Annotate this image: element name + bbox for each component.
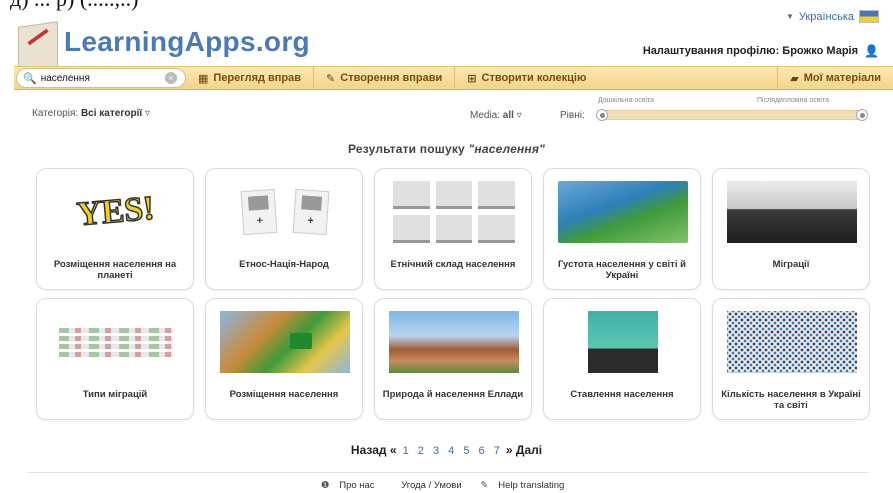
search-icon: 🔍 — [23, 72, 37, 85]
nav-collection-label: Створити колекцію — [481, 72, 587, 84]
app-card-title: Розміщення населення — [229, 389, 339, 400]
app-card[interactable]: + + Етнос-Нація-Народ — [205, 168, 363, 290]
app-card[interactable]: Природа й населення Еллади — [374, 298, 532, 420]
level-max-handle[interactable] — [856, 109, 868, 121]
media-label: Media: — [470, 110, 501, 121]
app-card-title: Кількість населення в Україні та світі — [721, 389, 861, 411]
app-thumbnail — [389, 311, 519, 373]
nav-create-collection[interactable]: ⊞ Створити колекцію — [454, 67, 598, 89]
page-link[interactable]: 5 — [463, 445, 469, 457]
app-thumbnail: YES! — [51, 181, 181, 243]
level-label: Рівні: — [560, 110, 585, 121]
app-thumbnail — [727, 311, 857, 373]
main-navbar: 🔍 × ▦ Перегляд вправ ✎ Створення вправи … — [14, 66, 893, 90]
level-min-label: Дошкільна освіта — [598, 97, 655, 104]
results-heading: Результати пошуку "населення" — [0, 142, 893, 156]
app-thumbnail — [51, 311, 181, 373]
user-icon: 👤 — [864, 44, 879, 58]
profile-label: Налаштування профілю: Брожко Марія — [642, 45, 859, 57]
chevron-down-icon: ▿ — [516, 110, 522, 121]
app-card[interactable]: Розміщення населення — [205, 298, 363, 420]
app-thumbnail — [558, 181, 688, 243]
prev-page-link[interactable]: Назад « — [351, 443, 397, 457]
flag-ukraine-icon — [859, 10, 879, 23]
grid-icon: ▦ — [198, 72, 209, 85]
info-icon: ❶ — [320, 480, 330, 491]
language-label: Українська — [798, 10, 854, 23]
nav-materials-label: Мої матеріали — [803, 72, 881, 84]
footer: ❶ Про нас Угода / Умови ✎ Help translating — [0, 480, 893, 491]
translate-icon: ✎ — [480, 480, 489, 491]
yes-image-text: YES! — [75, 189, 157, 234]
app-card-title: Густота населення у світі й Україні — [558, 259, 686, 281]
page-link[interactable]: 7 — [494, 445, 500, 457]
footer-terms-link[interactable]: Угода / Умови — [401, 480, 461, 491]
app-thumbnail — [389, 181, 519, 243]
app-card[interactable]: Міграції — [712, 168, 870, 290]
footer-divider — [28, 472, 868, 473]
category-label: Категорія: — [32, 108, 79, 119]
app-card[interactable]: Густота населення у світі й Україні — [543, 168, 701, 290]
app-thumbnail — [727, 181, 857, 243]
profile-settings-link[interactable]: Налаштування профілю: Брожко Марія 👤 — [643, 44, 879, 58]
page-link[interactable]: 1 — [403, 445, 409, 457]
logo-text: LearningApps.org — [64, 26, 310, 57]
app-card[interactable]: Кількість населення в Україні та світі — [712, 298, 870, 420]
level-range-slider[interactable] — [596, 109, 868, 121]
app-card-title: Розміщення населення на планеті — [53, 259, 177, 281]
level-min-handle[interactable] — [596, 109, 608, 121]
app-card-title: Міграції — [772, 259, 810, 270]
app-thumbnail — [588, 311, 658, 373]
next-page-link[interactable]: » Далі — [506, 443, 542, 457]
footer-help-label: Help translating — [498, 480, 565, 491]
media-value: all — [502, 110, 514, 121]
level-max-label: Післядипломна освіта — [757, 97, 830, 104]
results-query: "населення" — [468, 142, 546, 156]
app-card-title: Ставлення населення — [570, 389, 674, 400]
pencil-icon: ✎ — [326, 72, 336, 85]
page-link[interactable]: 3 — [433, 445, 439, 457]
nav-create-label: Створення вправи — [340, 72, 443, 84]
nav-my-materials[interactable]: ▰ Мої матеріали — [777, 67, 893, 89]
results-grid: YES! Розміщення населення на планеті + +… — [36, 168, 870, 420]
cropped-top-text: д) ... р) (.....,..) — [10, 0, 139, 12]
search-input[interactable] — [40, 72, 161, 84]
app-card[interactable]: Етнічний склад населення — [374, 168, 532, 290]
footer-about-link[interactable]: ❶ Про нас — [321, 480, 383, 491]
nav-browse-label: Перегляд вправ — [213, 72, 302, 84]
app-card[interactable]: Типи міграцій — [36, 298, 194, 420]
app-card-title: Етнос-Нація-Народ — [239, 259, 329, 270]
pagination: Назад « 1 2 3 4 5 6 7 » Далі — [0, 443, 893, 457]
clear-search-icon[interactable]: × — [164, 72, 177, 84]
nav-create-app[interactable]: ✎ Створення вправи — [313, 67, 454, 89]
chevron-down-icon: ▿ — [144, 108, 150, 119]
page-link[interactable]: 4 — [448, 445, 454, 457]
footer-about-label: Про нас — [339, 480, 375, 491]
chevron-down-icon: ▼ — [786, 12, 794, 21]
app-thumbnail — [220, 311, 350, 373]
search-box: 🔍 × — [16, 68, 186, 88]
logo[interactable]: LearningApps.org — [14, 14, 314, 73]
app-card-title: Природа й населення Еллади — [382, 389, 524, 400]
app-card[interactable]: YES! Розміщення населення на планеті — [36, 168, 194, 290]
folder-icon: ▰ — [790, 72, 799, 85]
category-filter[interactable]: Категорія: Всі категорії ▿ — [32, 108, 150, 119]
app-card[interactable]: Ставлення населення — [543, 298, 701, 420]
page-link[interactable]: 6 — [479, 445, 485, 457]
media-filter[interactable]: Media: all ▿ — [470, 110, 522, 121]
app-thumbnail: + + — [220, 181, 350, 243]
category-value: Всі категорії — [80, 108, 143, 119]
document-icon: + — [240, 188, 278, 236]
document-icon: + — [292, 188, 330, 236]
footer-help-link[interactable]: ✎ Help translating — [480, 480, 572, 491]
page-link[interactable]: 2 — [418, 445, 424, 457]
nav-browse-apps[interactable]: ▦ Перегляд вправ — [186, 67, 313, 89]
results-prefix: Результати пошуку — [347, 142, 465, 156]
language-selector[interactable]: ▼ Українська — [786, 10, 879, 23]
app-card-title: Типи міграцій — [82, 389, 148, 400]
app-card-title: Етнічний склад населення — [390, 259, 516, 270]
collection-icon: ⊞ — [467, 72, 477, 85]
